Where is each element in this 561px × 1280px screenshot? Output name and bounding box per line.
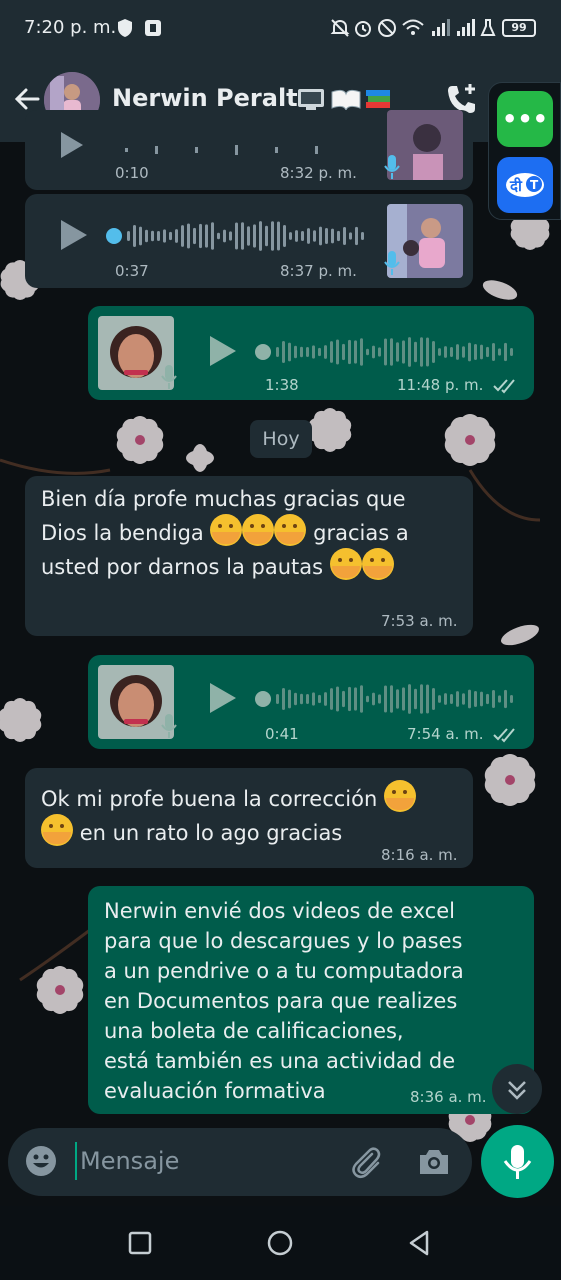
chat-app-shortcut[interactable]: ••• [497,91,553,147]
message-time: 7:53 a. m. [381,612,458,630]
message-time: 8:37 p. m. [280,262,357,280]
message-time: 7:54 a. m. [407,725,484,743]
attach-icon[interactable] [348,1144,384,1180]
hug-emoji [210,514,243,546]
camera-icon[interactable] [416,1144,452,1180]
mic-badge-icon [161,714,177,738]
voice-message[interactable]: 0:10 8:32 p. m. [25,110,473,190]
mic-badge-icon [384,251,400,275]
play-icon[interactable] [57,218,89,252]
mic-badge-icon [384,155,400,179]
waveform [255,684,513,714]
hug-emoji [274,514,307,546]
signal-1-icon [432,19,450,36]
hug-emoji [384,780,416,812]
mute-icon [330,19,350,37]
text-cursor [75,1142,77,1180]
status-time: 7:20 p. m. [24,17,117,38]
name-emoji-decoration [298,89,390,112]
double-check-icon [493,728,515,743]
do-not-disturb-icon [378,19,396,37]
voice-message[interactable]: 0:41 7:54 a. m. [88,655,534,749]
play-icon[interactable] [57,130,85,160]
message-text: Bien día profe muchas gracias que Dios l… [41,487,409,580]
voice-duration: 1:38 [265,376,299,394]
system-navigation-bar [0,1206,561,1280]
day-separator: Hoy [250,420,312,458]
message-time: 8:36 a. m. [410,1088,487,1106]
hug-emoji [329,548,362,580]
hug-emoji [361,548,394,580]
play-icon[interactable] [206,681,238,715]
voice-duration: 0:37 [115,262,149,280]
emoji-icon[interactable] [24,1144,58,1178]
app-notification-icon [145,20,161,36]
alarm-icon [355,21,371,37]
mic-badge-icon [161,365,177,389]
message-time: 8:32 p. m. [280,164,357,182]
shield-icon [118,19,132,37]
voice-record-button[interactable] [481,1125,554,1198]
svg-text:T: T [530,178,539,192]
message-input[interactable] [80,1140,340,1182]
floating-app-panel: ••• दी T [488,82,561,220]
text-message[interactable]: Bien día profe muchas gracias que Dios l… [25,476,473,636]
double-check-icon [493,379,515,394]
voice-duration: 0:41 [265,725,299,743]
mic-icon [503,1145,532,1179]
translate-app-shortcut[interactable]: दी T [497,157,553,213]
waveform [106,221,364,251]
hug-emoji [41,814,73,846]
wifi-icon [402,19,424,35]
signal-2-icon [457,19,475,36]
lab-icon [480,19,496,36]
waveform [255,337,513,367]
text-message[interactable]: Nerwin envié dos videos de excel para qu… [88,886,534,1114]
text-message[interactable]: Ok mi profe buena la corrección en un ra… [25,768,473,868]
message-text: Nerwin envié dos videos de excel para qu… [104,899,464,1103]
scroll-to-bottom-button[interactable] [492,1064,542,1114]
message-time: 8:16 a. m. [381,846,458,864]
svg-text:दी: दी [509,177,523,195]
hug-emoji [242,514,275,546]
contact-name[interactable]: Nerwin Peralte [112,84,314,112]
scroll-down-icon [508,1081,526,1100]
play-icon[interactable] [206,334,238,368]
translate-icon: दी T [506,173,544,197]
nav-home-icon[interactable] [263,1226,297,1260]
message-time: 11:48 p. m. [397,376,484,394]
nav-recents-icon[interactable] [123,1226,157,1260]
battery-indicator: 99 [502,19,536,37]
message-text: Ok mi profe buena la corrección en un ra… [41,780,461,848]
status-bar: 7:20 p. m. 99 [0,0,561,58]
nav-back-icon[interactable] [402,1226,436,1260]
waveform [125,145,318,155]
voice-message[interactable]: 1:38 11:48 p. m. [88,306,534,400]
message-composer [8,1128,472,1196]
voice-duration: 0:10 [115,164,149,182]
voice-message[interactable]: 0:37 8:37 p. m. [25,194,473,288]
